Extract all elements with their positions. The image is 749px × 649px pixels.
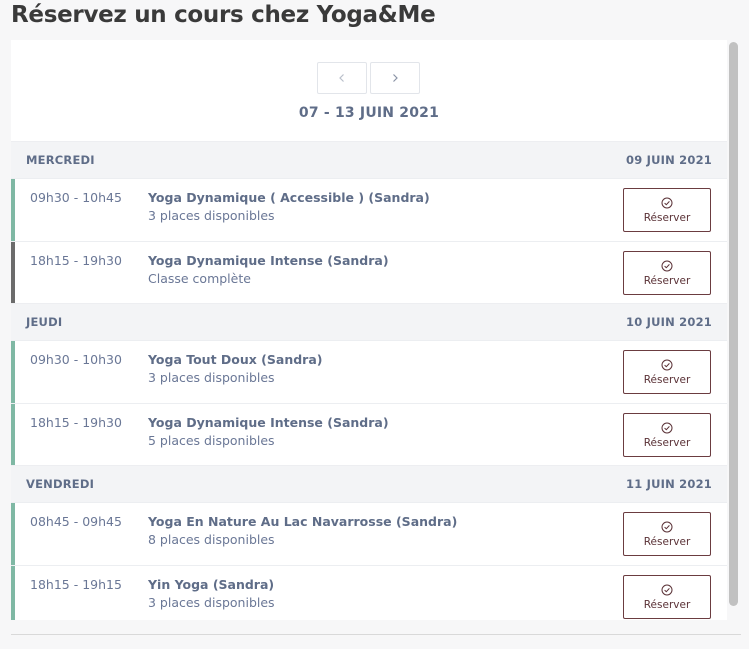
- session-title: Yoga En Nature Au Lac Navarrosse (Sandra…: [148, 514, 458, 529]
- reserve-label: Réserver: [643, 598, 691, 611]
- next-week-button[interactable]: [370, 62, 420, 94]
- day-header: VENDREDI 11 JUIN 2021: [11, 465, 727, 502]
- session-status: 3 places disponibles: [148, 595, 275, 610]
- availability-bar: [11, 566, 15, 620]
- day-name: MERCREDI: [26, 153, 95, 167]
- session-time: 18h15 - 19h30: [30, 253, 122, 268]
- day-date: 10 JUIN 2021: [626, 315, 712, 329]
- session-row: 18h15 - 19h15 Yin Yoga (Sandra) 3 places…: [11, 565, 727, 620]
- session-title: Yoga Dynamique Intense (Sandra): [148, 415, 389, 430]
- day-header: MERCREDI 09 JUIN 2021: [11, 141, 727, 178]
- session-time: 09h30 - 10h30: [30, 352, 122, 367]
- availability-bar: [11, 341, 15, 403]
- availability-bar: [11, 242, 15, 304]
- reserve-button[interactable]: Réserver: [623, 413, 711, 457]
- session-time: 18h15 - 19h30: [30, 415, 122, 430]
- reserve-label: Réserver: [643, 274, 691, 287]
- booking-widget: 07 - 13 JUIN 2021 MERCREDI 09 JUIN 2021 …: [11, 40, 727, 620]
- check-circle-icon: [661, 260, 673, 271]
- check-circle-icon: [661, 422, 673, 433]
- check-circle-icon: [661, 359, 673, 370]
- page-title: Réservez un cours chez Yoga&Me: [11, 2, 436, 28]
- session-title: Yoga Dynamique ( Accessible ) (Sandra): [148, 190, 430, 205]
- chevron-right-icon: [393, 74, 398, 82]
- reserve-label: Réserver: [643, 436, 691, 449]
- day-name: VENDREDI: [26, 477, 95, 491]
- session-row: 18h15 - 19h30 Yoga Dynamique Intense (Sa…: [11, 241, 727, 304]
- session-status: 5 places disponibles: [148, 433, 275, 448]
- availability-bar: [11, 503, 15, 565]
- reserve-button[interactable]: Réserver: [623, 512, 711, 556]
- reserve-label: Réserver: [643, 373, 691, 386]
- day-date: 11 JUIN 2021: [626, 477, 712, 491]
- session-status: 3 places disponibles: [148, 208, 275, 223]
- session-title: Yin Yoga (Sandra): [148, 577, 275, 592]
- availability-bar: [11, 404, 15, 466]
- divider: [11, 634, 741, 635]
- session-row: 09h30 - 10h30 Yoga Tout Doux (Sandra) 3 …: [11, 340, 727, 403]
- session-row: 09h30 - 10h45 Yoga Dynamique ( Accessibl…: [11, 178, 727, 241]
- session-time: 18h15 - 19h15: [30, 577, 122, 592]
- reserve-label: Réserver: [643, 211, 691, 224]
- reserve-button[interactable]: Réserver: [623, 575, 711, 619]
- scrollbar-thumb[interactable]: [729, 42, 738, 606]
- session-status: 3 places disponibles: [148, 370, 275, 385]
- reserve-button[interactable]: Réserver: [623, 350, 711, 394]
- check-circle-icon: [661, 584, 673, 595]
- day-name: JEUDI: [26, 315, 63, 329]
- check-circle-icon: [661, 521, 673, 532]
- reserve-label: Réserver: [643, 535, 691, 548]
- session-title: Yoga Dynamique Intense (Sandra): [148, 253, 389, 268]
- session-title: Yoga Tout Doux (Sandra): [148, 352, 323, 367]
- check-circle-icon: [661, 197, 673, 208]
- session-row: 08h45 - 09h45 Yoga En Nature Au Lac Nava…: [11, 502, 727, 565]
- session-status: Classe complète: [148, 271, 251, 286]
- session-status: 8 places disponibles: [148, 532, 275, 547]
- reserve-button[interactable]: Réserver: [623, 188, 711, 232]
- session-time: 09h30 - 10h45: [30, 190, 122, 205]
- session-time: 08h45 - 09h45: [30, 514, 122, 529]
- reserve-button[interactable]: Réserver: [623, 251, 711, 295]
- day-date: 09 JUIN 2021: [626, 153, 712, 167]
- session-row: 18h15 - 19h30 Yoga Dynamique Intense (Sa…: [11, 403, 727, 466]
- chevron-left-icon: [339, 74, 344, 82]
- week-range: 07 - 13 JUIN 2021: [298, 105, 440, 121]
- day-header: JEUDI 10 JUIN 2021: [11, 303, 727, 340]
- availability-bar: [11, 179, 15, 241]
- prev-week-button[interactable]: [317, 62, 367, 94]
